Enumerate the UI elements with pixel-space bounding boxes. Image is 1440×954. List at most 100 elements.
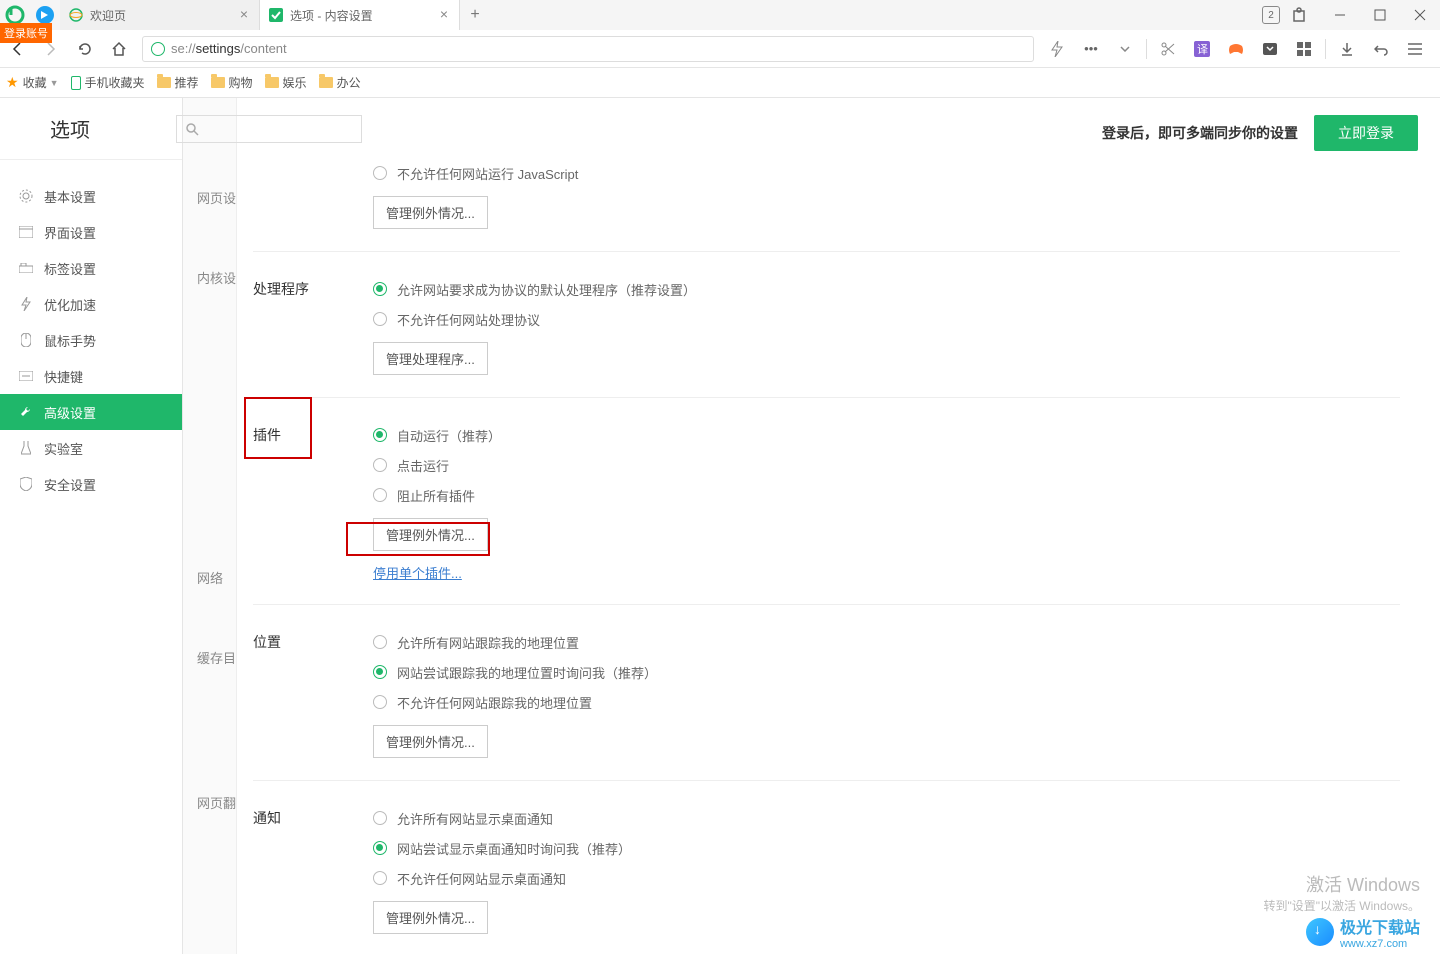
bookmark-folder[interactable]: 办公 (319, 74, 361, 91)
radio-option[interactable]: 自动运行（推荐） (373, 420, 1400, 450)
grid-icon[interactable] (1289, 34, 1319, 64)
sub-item[interactable]: 网络 (183, 562, 236, 642)
disable-plugin-link[interactable]: 停用单个插件... (373, 563, 462, 582)
shield-icon (18, 476, 34, 492)
bookmark-folder[interactable]: 购物 (211, 74, 253, 91)
radio-option[interactable]: 允许网站要求成为协议的默认处理程序（推荐设置） (373, 274, 1400, 304)
scissors-icon[interactable] (1153, 34, 1183, 64)
gear-icon (18, 188, 34, 204)
tabs-icon (18, 260, 34, 276)
tab-title: 欢迎页 (90, 7, 237, 24)
close-button[interactable] (1400, 0, 1440, 30)
flask-icon (18, 440, 34, 456)
tab-welcome[interactable]: 欢迎页 × (60, 0, 260, 30)
manage-exceptions-button[interactable]: 管理例外情况... (373, 196, 488, 229)
url-path: /content (240, 41, 286, 56)
sidebar-item-basic[interactable]: 基本设置 (0, 178, 182, 214)
page-title: 选项 (50, 114, 90, 143)
window-controls: 2 (1262, 0, 1440, 30)
separator (1146, 39, 1147, 59)
sidebar-item-shortcut[interactable]: 快捷键 (0, 358, 182, 394)
download-logo-icon (1306, 918, 1334, 946)
sidebar-item-advanced[interactable]: 高级设置 (0, 394, 182, 430)
radio-option[interactable]: 允许所有网站跟踪我的地理位置 (373, 627, 1400, 657)
address-bar[interactable]: se://settings/content (142, 36, 1034, 62)
url-scheme: se:// (171, 41, 196, 56)
section-title (253, 158, 373, 229)
manage-handlers-button[interactable]: 管理处理程序... (373, 342, 488, 375)
radio-option[interactable]: 阻止所有插件 (373, 480, 1400, 510)
radio-icon (373, 488, 387, 502)
wrench-icon (18, 404, 34, 420)
radio-option[interactable]: 网站尝试跟踪我的地理位置时询问我（推荐） (373, 657, 1400, 687)
folder-icon (157, 77, 171, 88)
sub-item[interactable]: 网页设 (183, 182, 236, 262)
section-location: 位置 允许所有网站跟踪我的地理位置 网站尝试跟踪我的地理位置时询问我（推荐） 不… (253, 605, 1400, 781)
radio-icon (373, 695, 387, 709)
radio-option[interactable]: 允许所有网站显示桌面通知 (373, 803, 1400, 833)
radio-icon (373, 871, 387, 885)
section-title: 处理程序 (253, 274, 373, 375)
bookmark-folder[interactable]: 推荐 (157, 74, 199, 91)
tab-settings[interactable]: 选项 - 内容设置 × (260, 0, 460, 30)
folder-icon (319, 77, 333, 88)
settings-tab-icon (268, 7, 284, 23)
manage-exceptions-button[interactable]: 管理例外情况... (373, 725, 488, 758)
minimize-button[interactable] (1320, 0, 1360, 30)
sidebar-item-tabs[interactable]: 标签设置 (0, 250, 182, 286)
radio-icon (373, 312, 387, 326)
radio-option[interactable]: 不允许任何网站跟踪我的地理位置 (373, 687, 1400, 717)
download-icon[interactable] (1332, 34, 1362, 64)
sidebar-item-mouse[interactable]: 鼠标手势 (0, 322, 182, 358)
radio-option[interactable]: 点击运行 (373, 450, 1400, 480)
sidebar-item-security[interactable]: 安全设置 (0, 466, 182, 502)
reload-button[interactable] (68, 30, 102, 68)
left-panel: 选项 基本设置 界面设置 标签设置 优化加速 鼠标手势 快捷键 高级设置 实验室… (0, 98, 183, 954)
radio-option[interactable]: 不允许任何网站处理协议 (373, 304, 1400, 334)
section-title: 通知 (253, 803, 373, 934)
tab-strip: 欢迎页 × 选项 - 内容设置 × (60, 0, 460, 30)
radio-option[interactable]: 不允许任何网站显示桌面通知 (373, 863, 1400, 893)
manage-exceptions-button[interactable]: 管理例外情况... (373, 901, 488, 934)
pocket-icon[interactable] (1255, 34, 1285, 64)
new-tab-button[interactable]: + (460, 6, 490, 24)
home-button[interactable] (102, 30, 136, 68)
url-host: settings (196, 41, 241, 56)
folder-icon (211, 77, 225, 88)
game-icon[interactable] (1221, 34, 1251, 64)
radio-option[interactable]: 网站尝试显示桌面通知时询问我（推荐） (373, 833, 1400, 863)
extension-icon[interactable] (1292, 7, 1308, 23)
sidebar-item-lab[interactable]: 实验室 (0, 430, 182, 466)
flash-icon[interactable] (1042, 34, 1072, 64)
titlebar: 欢迎页 × 选项 - 内容设置 × + 2 (0, 0, 1440, 30)
translate-icon[interactable]: 译 (1187, 34, 1217, 64)
tab-close-icon[interactable]: × (237, 8, 251, 22)
bookmark-folder[interactable]: 娱乐 (265, 74, 307, 91)
sidebar-item-interface[interactable]: 界面设置 (0, 214, 182, 250)
search-icon (185, 122, 199, 136)
manage-exceptions-button[interactable]: 管理例外情况... (373, 518, 488, 551)
undo-icon[interactable] (1366, 34, 1396, 64)
radio-icon (373, 282, 387, 296)
sidebar-item-speed[interactable]: 优化加速 (0, 286, 182, 322)
phone-icon (71, 76, 81, 90)
favorites-button[interactable]: ★收藏▼ (6, 74, 59, 91)
sub-item[interactable]: 内核设 (183, 262, 236, 562)
menu-icon[interactable] (1400, 34, 1430, 64)
radio-option[interactable]: 不允许任何网站运行 JavaScript (373, 158, 1400, 188)
login-badge[interactable]: 登录账号 (0, 23, 52, 43)
sub-item[interactable]: 缓存目 (183, 642, 236, 787)
tab-close-icon[interactable]: × (437, 8, 451, 22)
more-icon[interactable]: ••• (1076, 34, 1106, 64)
maximize-button[interactable] (1360, 0, 1400, 30)
chevron-down-icon[interactable] (1110, 34, 1140, 64)
bookmark-mobile[interactable]: 手机收藏夹 (71, 74, 145, 91)
radio-icon (373, 635, 387, 649)
sub-item[interactable]: 网页翻 (183, 787, 236, 887)
tab-count-badge[interactable]: 2 (1262, 6, 1280, 24)
section-javascript: 不允许任何网站运行 JavaScript 管理例外情况... (253, 118, 1400, 252)
radio-icon (373, 166, 387, 180)
separator (1325, 39, 1326, 59)
site-watermark: 极光下载站 www.xz7.com (1306, 914, 1420, 950)
section-plugins: 插件 自动运行（推荐） 点击运行 阻止所有插件 管理例外情况... 停用单个插件… (253, 398, 1400, 605)
